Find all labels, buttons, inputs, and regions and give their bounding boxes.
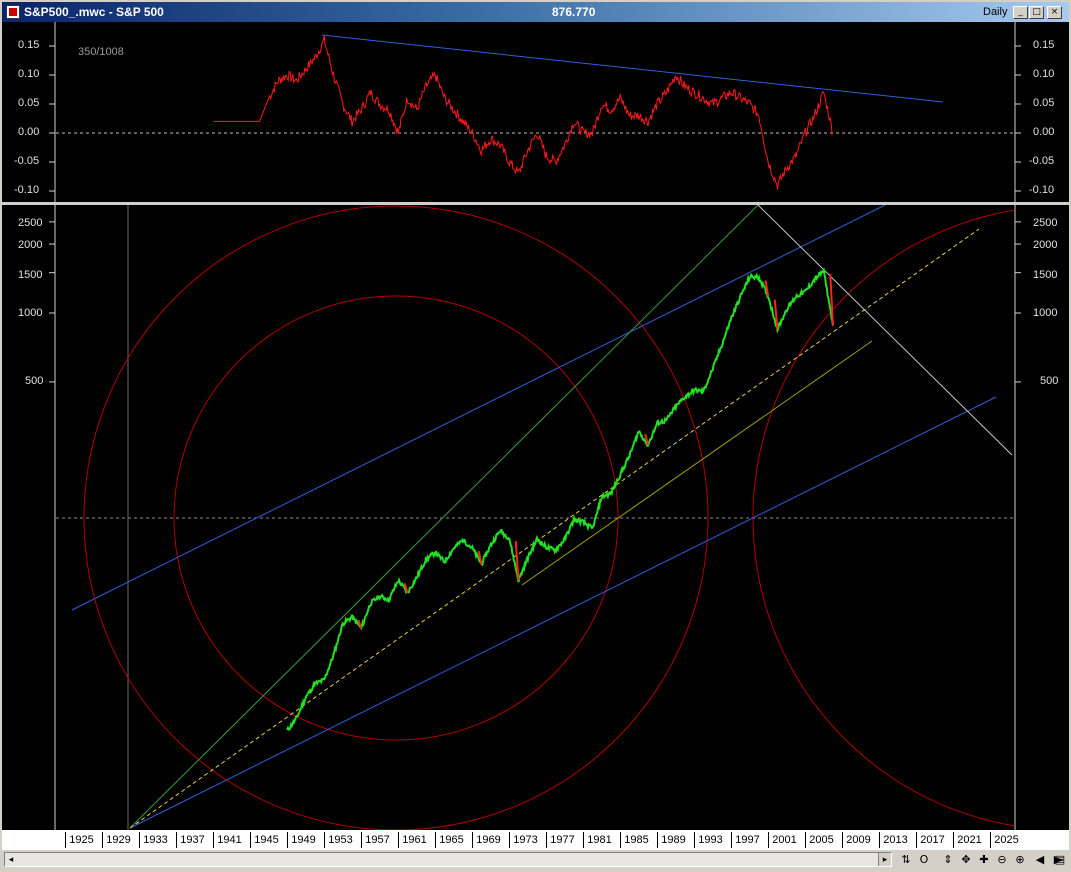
osc-right-tick: 0.05 <box>1033 97 1055 109</box>
gann-circle-inner <box>173 295 619 741</box>
osc-left-tick: -0.10 <box>14 184 40 196</box>
osc-right-tick: 0.10 <box>1033 68 1055 80</box>
time-axis-tick: 1973 <box>509 832 538 848</box>
horizontal-scrollbar[interactable]: ◂ ▸ <box>4 852 892 867</box>
time-axis-tick: 1957 <box>361 832 390 848</box>
oscillator-series-line <box>213 35 834 190</box>
upper-channel-line <box>71 205 886 611</box>
time-axis-tick: 1981 <box>583 832 612 848</box>
price-right-tick: 1500 <box>1033 269 1058 281</box>
circle-icon[interactable]: O <box>916 852 932 867</box>
osc-left-tick: -0.05 <box>14 155 40 167</box>
osc-right-tick: -0.10 <box>1029 184 1055 196</box>
time-axis-tick: 1925 <box>65 832 94 848</box>
gann-fan-descending-line <box>757 205 1013 456</box>
status-bar: ◂ ▸ ⇅ O ⇕ ✥ ✚ ⊖ ⊕ ◀ ▶ ▤ <box>2 850 1069 870</box>
price-right-tick: 1000 <box>1033 307 1058 319</box>
maximize-button[interactable]: □ <box>1029 6 1044 19</box>
zoom-in-icon[interactable]: ⊕ <box>1012 852 1028 867</box>
price-left-tick: 1000 <box>18 307 43 319</box>
price-right-tick: 2000 <box>1033 239 1058 251</box>
period-label[interactable]: Daily <box>983 6 1007 18</box>
pan-icon[interactable]: ✥ <box>958 852 974 867</box>
chart-document-icon[interactable] <box>6 5 20 19</box>
time-axis-tick: 1941 <box>213 832 242 848</box>
refresh-icon[interactable]: ⇅ <box>898 852 914 867</box>
price-left-tick: 2000 <box>18 239 43 251</box>
osc-right-tick: 0.15 <box>1033 39 1055 51</box>
scroll-left-icon[interactable]: ◂ <box>5 853 17 866</box>
oscillator-chart[interactable] <box>2 22 1069 202</box>
price-panel[interactable]: 2500 2000 1500 1000 500 2500 2000 1500 1… <box>2 205 1069 830</box>
time-axis-tick: 1961 <box>398 832 427 848</box>
time-axis-tick: 1997 <box>731 832 760 848</box>
time-axis-tick: 2017 <box>916 832 945 848</box>
time-axis-tick: 1993 <box>694 832 723 848</box>
price-down-segment <box>764 280 770 297</box>
current-price: 876.770 <box>552 5 596 19</box>
lower-channel-line <box>129 396 997 829</box>
time-axis-tick: 1953 <box>324 832 353 848</box>
osc-left-tick: 0.05 <box>18 97 40 109</box>
price-series-line <box>286 268 834 731</box>
time-axis-tick: 1965 <box>435 832 464 848</box>
minimize-button[interactable]: _ <box>1013 6 1028 19</box>
vertical-move-icon[interactable]: ⇕ <box>940 852 956 867</box>
close-button[interactable]: × <box>1047 6 1062 19</box>
osc-right-tick: -0.05 <box>1029 155 1055 167</box>
arrow-left-icon[interactable]: ◀ <box>1032 852 1048 867</box>
time-axis-tick: 1933 <box>139 832 168 848</box>
time-axis-tick: 1989 <box>657 832 686 848</box>
time-axis-tick: 2013 <box>879 832 908 848</box>
osc-left-tick: 0.15 <box>18 39 40 51</box>
price-right-tick: 500 <box>1040 375 1059 387</box>
time-axis-tick: 2009 <box>842 832 871 848</box>
time-axis-tick: 1949 <box>287 832 316 848</box>
time-axis-tick: 2021 <box>953 832 982 848</box>
price-right-tick: 2500 <box>1033 217 1058 229</box>
oscillator-panel[interactable]: 350/1008 0.15 0.10 0.05 0.00 -0.05 -0.10… <box>2 22 1069 202</box>
scroll-right-icon[interactable]: ▸ <box>878 853 891 866</box>
time-axis-tick: 1969 <box>472 832 501 848</box>
price-left-tick: 500 <box>25 375 44 387</box>
gann-fan-olive-line <box>521 340 873 586</box>
time-axis-tick: 2025 <box>990 832 1019 848</box>
time-axis-tick: 2001 <box>768 832 797 848</box>
oscillator-trendline <box>321 34 944 103</box>
title-bar[interactable]: S&P500_.mwc - S&P 500 876.770 Daily _ □ … <box>2 2 1069 22</box>
time-axis-tick: 2005 <box>805 832 834 848</box>
osc-right-tick: 0.00 <box>1033 126 1055 138</box>
time-axis-tick: 1985 <box>620 832 649 848</box>
time-axis-tick: 1937 <box>176 832 205 848</box>
chart-area[interactable]: 350/1008 0.15 0.10 0.05 0.00 -0.05 -0.10… <box>2 22 1069 850</box>
window-title: S&P500_.mwc - S&P 500 <box>24 5 164 19</box>
bar-counter: 350/1008 <box>78 46 124 58</box>
time-axis-tick: 1929 <box>102 832 131 848</box>
price-down-segment <box>514 541 520 581</box>
price-left-tick: 2500 <box>18 217 43 229</box>
price-left-tick: 1500 <box>18 269 43 281</box>
time-axis-tick: 1945 <box>250 832 279 848</box>
time-axis-tick: 1977 <box>546 832 575 848</box>
cross-icon[interactable]: ✚ <box>976 852 992 867</box>
osc-left-tick: 0.10 <box>18 68 40 80</box>
app-window: S&P500_.mwc - S&P 500 876.770 Daily _ □ … <box>0 0 1071 872</box>
price-chart[interactable] <box>2 205 1069 830</box>
menu-icon[interactable]: ▤ <box>1052 852 1068 867</box>
zoom-out-icon[interactable]: ⊖ <box>994 852 1010 867</box>
time-axis[interactable]: 1925 1929 1933 1937 1941 1945 1949 1953 1957 1961… <box>2 830 1069 850</box>
osc-left-tick: 0.00 <box>18 126 40 138</box>
gann-midline <box>129 228 980 829</box>
